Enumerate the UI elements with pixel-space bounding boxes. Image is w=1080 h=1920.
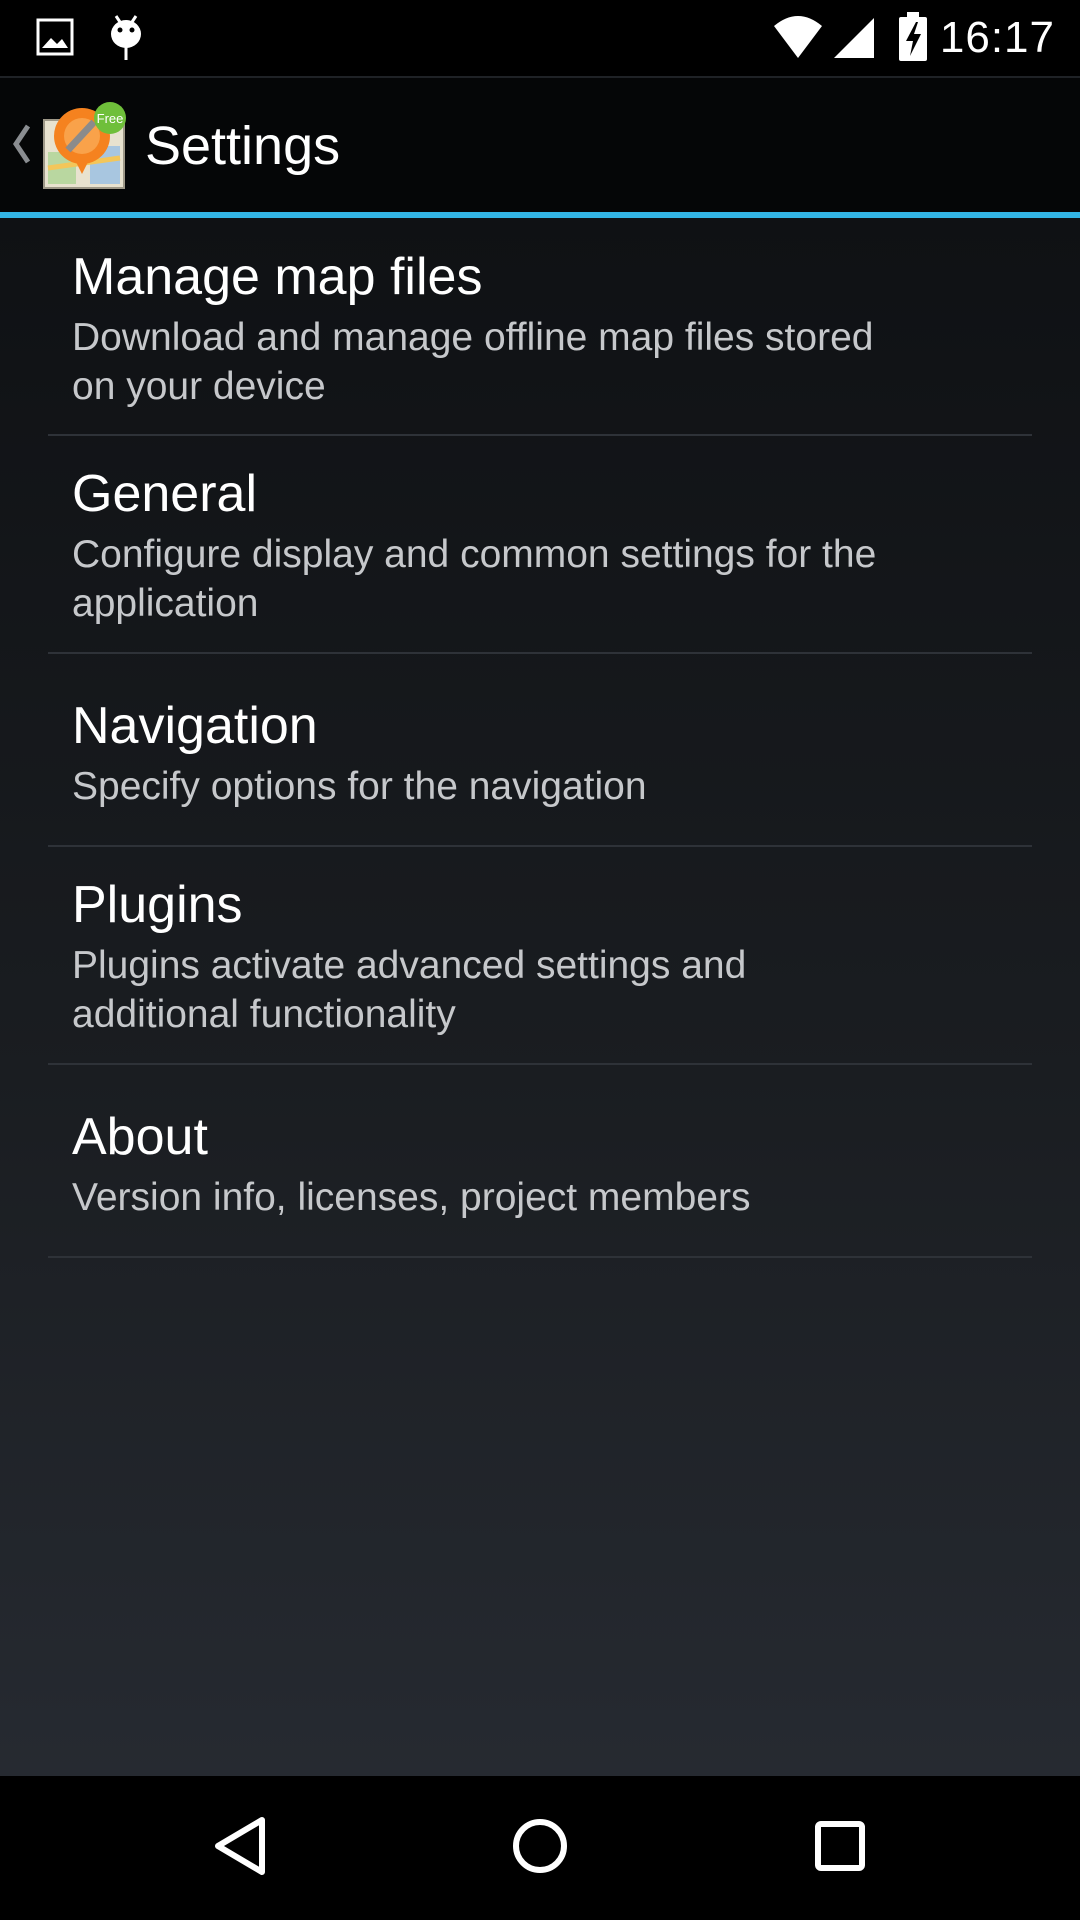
chevron-left-icon	[10, 122, 32, 171]
pref-summary: Configure display and common settings fo…	[72, 530, 972, 628]
action-bar: Free Settings	[0, 76, 1080, 214]
image-icon	[36, 18, 74, 61]
pref-item-plugins[interactable]: Plugins Plugins activate advanced settin…	[48, 847, 1032, 1065]
pref-summary: Download and manage offline map files st…	[72, 313, 972, 411]
pref-summary-line: Specify options for the navigation	[72, 765, 647, 808]
pref-summary-line: application	[72, 582, 259, 625]
free-badge: Free	[97, 111, 124, 126]
pref-title: Plugins	[72, 876, 243, 934]
pref-item-general[interactable]: General Configure display and common set…	[48, 436, 1032, 654]
settings-screen: 16:17 Free Settings Manage map files Dow…	[0, 0, 1080, 1920]
pref-summary-line: additional functionality	[72, 993, 456, 1036]
pref-summary: Version info, licenses, project members	[72, 1173, 972, 1222]
preference-list: Manage map files Download and manage off…	[48, 218, 1032, 1258]
nav-home-button[interactable]	[440, 1776, 640, 1920]
pref-title: Navigation	[72, 697, 318, 755]
pref-summary-line: Configure display and common settings fo…	[72, 533, 877, 576]
pref-summary: Plugins activate advanced settings and a…	[72, 941, 972, 1039]
pref-summary-line: on your device	[72, 365, 326, 408]
android-debug-icon	[106, 12, 146, 67]
nav-recents-button[interactable]	[740, 1776, 940, 1920]
status-bar: 16:17	[0, 0, 1080, 76]
pref-title: Manage map files	[72, 248, 483, 306]
settings-content: Manage map files Download and manage off…	[0, 218, 1080, 1776]
pref-summary: Specify options for the navigation	[72, 762, 972, 811]
home-icon	[510, 1816, 570, 1881]
back-icon	[210, 1814, 270, 1883]
pref-title: About	[72, 1108, 208, 1166]
pref-item-about[interactable]: About Version info, licenses, project me…	[48, 1065, 1032, 1258]
pref-title: General	[72, 465, 257, 523]
cell-signal-icon	[832, 16, 876, 65]
pref-summary-line: Download and manage offline map files st…	[72, 316, 874, 359]
battery-charging-icon	[898, 12, 928, 67]
pref-item-navigation[interactable]: Navigation Specify options for the navig…	[48, 654, 1032, 847]
pref-summary-line: Version info, licenses, project members	[72, 1176, 751, 1219]
page-title: Settings	[145, 116, 341, 176]
nav-back-button[interactable]	[140, 1776, 340, 1920]
system-nav-bar	[0, 1776, 1080, 1920]
app-logo-icon: Free	[42, 102, 132, 197]
status-time: 16:17	[939, 13, 1055, 62]
up-navigation-button[interactable]: Free	[0, 78, 140, 214]
wifi-icon	[772, 14, 824, 65]
pref-item-manage-map-files[interactable]: Manage map files Download and manage off…	[48, 218, 1032, 436]
pref-summary-line: Plugins activate advanced settings and	[72, 944, 747, 987]
recents-icon	[813, 1819, 867, 1878]
